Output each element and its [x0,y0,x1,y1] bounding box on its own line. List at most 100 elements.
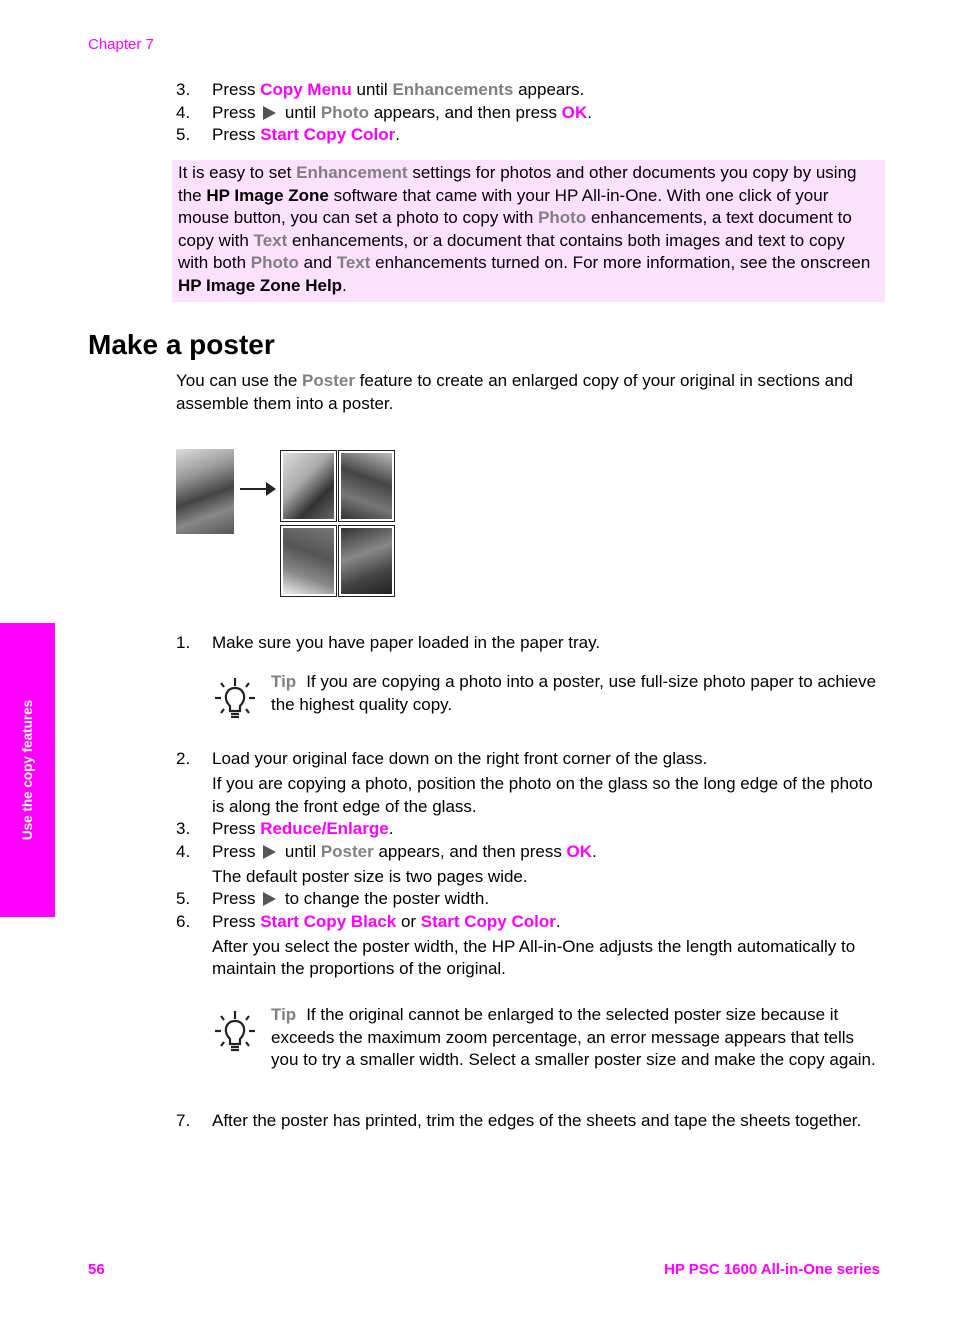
step-note: The default poster size is two pages wid… [212,866,528,886]
arrow-right-icon [266,482,276,496]
step-item: 4. Press until Poster appears, and then p… [176,841,876,889]
text-run: appears, and then press [368,102,562,122]
step-text: Make sure you have paper loaded in the p… [212,633,600,652]
text-run: appears. [513,80,585,99]
step-item: 1. Make sure you have paper loaded in the… [176,632,876,655]
button-name: OK [566,841,593,861]
tip-1-text: Tip If you are copying a photo into a pos… [271,671,882,716]
tip-2-text: Tip If the original cannot be enlarged to… [271,1004,882,1072]
menu-option-name: Poster [320,841,374,861]
tiger-tile-top-right [338,450,395,522]
text-run: Press [212,819,261,838]
step-number: 2. [176,749,191,768]
text-run: until [351,80,393,99]
menu-option-name: Enhancement [296,163,408,182]
side-tab-label: Use the copy features [19,699,35,841]
tip-2: Tip If the original cannot be enlarged to… [212,1004,882,1072]
menu-option-name: Photo [320,102,369,122]
step-text: Load your original face down on the righ… [212,749,707,768]
step-item: 3. Press Copy Menu until Enhancements app… [176,79,876,102]
menu-option-name: Text [253,230,288,250]
bold-term: HP Image Zone [206,185,329,205]
button-name: Start Copy Black [260,911,397,931]
tip-1: Tip If you are copying a photo into a pos… [212,671,882,719]
tip-1-label: Tip [271,672,297,691]
button-name: Start Copy Color [260,125,396,144]
step-number: 1. [176,633,191,652]
menu-option-name: Text [336,253,371,272]
step-text: Press until Photo appears, and then pres… [212,103,592,122]
text-run: enhancements turned on. For more informa… [370,253,871,272]
button-name: Start Copy Color [420,911,556,931]
bold-term: HP Image Zone Help [178,275,343,295]
text-run: Press [212,125,261,144]
text-run: It is easy to set [178,163,297,182]
step-item: 5. Press Start Copy Color. [176,124,876,147]
step-text: After the poster has printed, trim the e… [212,1111,861,1130]
step-number: 7. [176,1111,191,1130]
step-number: 5. [176,889,191,908]
top-steps-list: 3. Press Copy Menu until Enhancements app… [176,79,876,147]
text-run: appears, and then press [373,841,567,861]
step-text: Press Start Copy Color. [212,125,400,144]
tiger-tile-top-left [280,450,337,522]
step-note: If you are copying a photo, position the… [212,774,873,816]
note-text: It is easy to set Enhancement settings f… [178,162,879,297]
text-run: . [592,841,597,861]
step-text: Press Start Copy Black or Start Copy Col… [212,912,561,931]
menu-option-name: Photo [538,208,587,227]
step-number: 3. [176,819,191,838]
text-run: Press [212,841,261,861]
step-item: 3. Press Reduce/Enlarge. [176,818,876,841]
side-tab: Use the copy features [0,623,55,917]
text-run: After the poster has printed, trim the e… [212,1111,862,1130]
text-run: and [298,253,337,272]
step-text: Press to change the poster width. [212,889,489,908]
note-box: It is easy to set Enhancement settings f… [172,160,885,302]
step-text: Press until Poster appears, and then pre… [212,842,597,861]
menu-option-name: Poster [302,371,355,390]
tip-2-body: If the original cannot be enlarged to th… [271,1005,876,1069]
text-run: to change the poster width. [280,889,490,908]
menu-option-name: Enhancements [392,80,514,99]
tip-2-label: Tip [271,1005,297,1024]
button-name: Copy Menu [260,80,352,99]
text-run: . [587,102,593,122]
text-run: You can use the [176,371,303,390]
tip-1-body: If you are copying a photo into a poster… [271,672,877,714]
text-run: Press [212,889,261,908]
section-intro: You can use the Poster feature to create… [176,370,886,415]
text-run: Make sure you have paper loaded in the p… [212,633,601,652]
step-item: 5. Press to change the poster width. [176,888,876,911]
text-run: . [555,911,561,931]
step-item: 7. After the poster has printed, trim the… [176,1110,876,1133]
text-run: Load your original face down on the righ… [212,749,708,768]
button-name: Reduce/Enlarge [260,819,389,838]
step-7-list: 7. After the poster has printed, trim the… [176,1110,876,1133]
step-number: 5. [176,125,191,144]
page-number: 56 [88,1261,105,1278]
tiger-tile-bottom-right [338,525,395,597]
step-number: 3. [176,80,191,99]
step-item: 2. Load your original face down on the ri… [176,748,876,818]
text-run: . [388,819,394,838]
right-arrow-button-icon [263,844,277,859]
right-arrow-button-icon [263,892,277,906]
tiger-tile-bottom-left [280,525,337,597]
section-title: Make a poster [88,329,275,360]
text-run: . [395,125,400,144]
chapter-header: Chapter 7 [88,36,154,53]
text-run: until [280,841,321,861]
step-number: 4. [176,841,191,861]
text-run: Press [212,911,261,931]
step-note: After you select the poster width, the H… [212,936,856,979]
step-1-list: 1. Make sure you have paper loaded in the… [176,632,876,655]
text-run: until [280,102,321,122]
mid-steps-list: 2. Load your original face down on the ri… [176,748,876,981]
lightbulb-icon [215,1011,255,1052]
step-text: Press Copy Menu until Enhancements appea… [212,80,584,99]
step-item: 6. Press Start Copy Black or Start Copy C… [176,911,876,981]
footer-title: HP PSC 1600 All-in-One series [664,1261,880,1278]
right-arrow-button-icon [263,105,277,120]
step-item: 4. Press until Photo appears, and then pr… [176,102,876,125]
